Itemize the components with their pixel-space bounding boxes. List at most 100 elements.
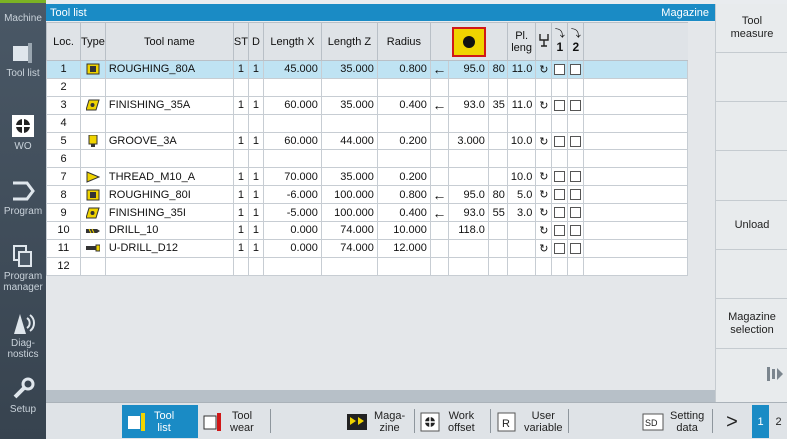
horizontal-scrollbar[interactable] bbox=[46, 390, 715, 402]
softkey-empty-3[interactable] bbox=[716, 102, 787, 151]
cell-v1 bbox=[447, 77, 489, 97]
coolant-checkbox[interactable] bbox=[554, 242, 566, 254]
cell-cb1 bbox=[551, 221, 569, 240]
coolant-checkbox[interactable] bbox=[570, 207, 582, 219]
cell-sp: ↻ bbox=[535, 131, 553, 151]
cell-cb2 bbox=[567, 167, 585, 187]
unload-button[interactable]: Unload bbox=[716, 201, 787, 250]
tool-wear-softkey[interactable]: Tool wear bbox=[198, 405, 270, 438]
cell-lx: 60.000 bbox=[262, 131, 322, 151]
col-cool-1-label: 1 bbox=[556, 39, 564, 54]
table-row[interactable]: 7 THREAD_M10_A 1 1 70.000 35.000 0.200 10.0 ↻ bbox=[46, 167, 689, 187]
table-row[interactable]: 3 FINISHING_35A 1 1 60.000 35.000 0.400 ← 93.0 35… bbox=[46, 95, 689, 115]
coolant-checkbox[interactable] bbox=[554, 207, 566, 219]
softkey-empty-2[interactable] bbox=[716, 53, 787, 102]
cell-pl bbox=[506, 256, 537, 276]
sidebar-item-tool-list[interactable]: Tool list bbox=[0, 40, 46, 79]
table-row[interactable]: 9 FINISHING_35I 1 1 -5.000 100.000 0.400 ← 93.0 5… bbox=[46, 203, 689, 223]
cell-name: DRILL_10 bbox=[104, 221, 234, 240]
coolant-checkbox[interactable] bbox=[554, 135, 566, 147]
cell-v2 bbox=[487, 238, 508, 258]
chevron-right-icon[interactable] bbox=[766, 364, 784, 384]
setting-data-softkey[interactable]: SD Setting data bbox=[640, 405, 712, 438]
cell-v2 bbox=[487, 167, 508, 187]
sidebar-item-wo[interactable]: WO bbox=[0, 113, 46, 152]
cell-v2 bbox=[487, 113, 508, 133]
page-1-button[interactable]: 1 bbox=[752, 405, 769, 438]
cell-rad: 12.000 bbox=[376, 238, 431, 258]
table-row[interactable]: 11 U-DRILL_D12 1 1 0.000 74.000 12.000 ↻ bbox=[46, 238, 689, 258]
coolant-checkbox[interactable] bbox=[570, 242, 582, 254]
cell-d bbox=[247, 77, 264, 97]
coolant-checkbox[interactable] bbox=[570, 135, 582, 147]
cell-dir bbox=[429, 149, 449, 169]
softkey-empty-4[interactable] bbox=[716, 151, 787, 201]
cell-blank bbox=[583, 60, 689, 79]
work-offset-icon bbox=[420, 412, 440, 431]
table-row[interactable]: 6 bbox=[46, 149, 689, 169]
table-row[interactable]: 5 GROOVE_3A 1 1 60.000 44.000 0.200 3.000 10.0 ↻ bbox=[46, 131, 689, 151]
sidebar-item-setup[interactable]: Setup bbox=[0, 376, 46, 415]
cell-name: FINISHING_35A bbox=[104, 95, 234, 115]
cell-lx: 60.000 bbox=[262, 95, 322, 115]
user-variable-softkey[interactable]: R User variable bbox=[494, 405, 566, 438]
cell-st bbox=[232, 149, 249, 169]
cell-cb1 bbox=[551, 113, 569, 133]
cell-v2 bbox=[487, 149, 508, 169]
svg-text:R: R bbox=[502, 418, 510, 430]
sidebar-item-program[interactable]: Program bbox=[0, 178, 46, 217]
cell-loc: 1 bbox=[46, 60, 81, 79]
cell-st: 1 bbox=[232, 131, 249, 151]
sidebar-item-program-manager-label: Program manager bbox=[3, 271, 43, 293]
sidebar-item-program-manager[interactable]: Program manager bbox=[0, 243, 46, 293]
table-row[interactable]: 10 DRILL_10 1 1 0.000 74.000 10.000 118.0 ↻ bbox=[46, 221, 689, 240]
softkey-empty-6[interactable] bbox=[716, 250, 787, 299]
coolant-checkbox[interactable] bbox=[554, 99, 566, 111]
tool-list-softkey[interactable]: Tool list bbox=[122, 405, 198, 438]
coolant-checkbox[interactable] bbox=[570, 64, 582, 76]
cell-st bbox=[232, 256, 249, 276]
more-softkey[interactable]: > bbox=[722, 405, 742, 438]
cell-loc: 5 bbox=[46, 131, 81, 151]
coolant-checkbox[interactable] bbox=[570, 171, 582, 183]
setting-data-icon: SD bbox=[642, 413, 664, 430]
cell-v2 bbox=[487, 256, 508, 276]
table-row[interactable]: 8 ROUGHING_80I 1 1 -6.000 100.000 0.800 ← 95.0 80… bbox=[46, 185, 689, 205]
cell-d: 1 bbox=[247, 185, 264, 205]
cell-v1 bbox=[447, 256, 489, 276]
table-row[interactable]: 4 bbox=[46, 113, 689, 133]
work-offset-softkey[interactable]: Work offset bbox=[418, 405, 490, 438]
sidebar-item-machine[interactable]: Machine bbox=[0, 3, 46, 24]
cell-lx bbox=[262, 256, 322, 276]
table-row[interactable]: 2 bbox=[46, 77, 689, 97]
tool-measure-button[interactable]: Tool measure bbox=[716, 4, 787, 53]
window-header: Tool list Magazine bbox=[46, 4, 715, 21]
cell-cb1 bbox=[551, 256, 569, 276]
magazine-softkey[interactable]: Maga- zine bbox=[342, 405, 414, 438]
coolant-checkbox[interactable] bbox=[570, 189, 582, 201]
sidebar-item-diagnostics[interactable]: Diag- nostics bbox=[0, 310, 46, 360]
cell-pl bbox=[506, 221, 537, 240]
cell-dir: ← bbox=[429, 203, 449, 223]
page-2-button[interactable]: 2 bbox=[770, 405, 787, 438]
cell-v1: 118.0 bbox=[447, 221, 489, 240]
magazine-selection-button[interactable]: Magazine selection bbox=[716, 299, 787, 349]
cell-lz: 44.000 bbox=[320, 131, 378, 151]
coolant-checkbox[interactable] bbox=[554, 64, 566, 76]
tool-list-icon bbox=[13, 43, 32, 63]
cell-v2 bbox=[487, 131, 508, 151]
coolant-checkbox[interactable] bbox=[570, 99, 582, 111]
separator bbox=[414, 409, 415, 433]
coolant-checkbox[interactable] bbox=[554, 189, 566, 201]
cell-rad: 0.200 bbox=[376, 167, 431, 187]
coolant-checkbox[interactable] bbox=[554, 171, 566, 183]
table-row[interactable]: 12 bbox=[46, 256, 689, 276]
table-row[interactable]: 1 ROUGHING_80A 1 1 45.000 35.000 0.800 ← 95.0 80 1… bbox=[46, 60, 689, 79]
cell-d bbox=[247, 256, 264, 276]
tool-list-softkey-label: Tool list bbox=[154, 409, 175, 434]
coolant-checkbox[interactable] bbox=[554, 225, 566, 237]
cell-loc: 8 bbox=[46, 185, 81, 205]
cell-d: 1 bbox=[247, 60, 264, 79]
coolant-checkbox[interactable] bbox=[570, 225, 582, 237]
cell-sp bbox=[535, 256, 553, 276]
